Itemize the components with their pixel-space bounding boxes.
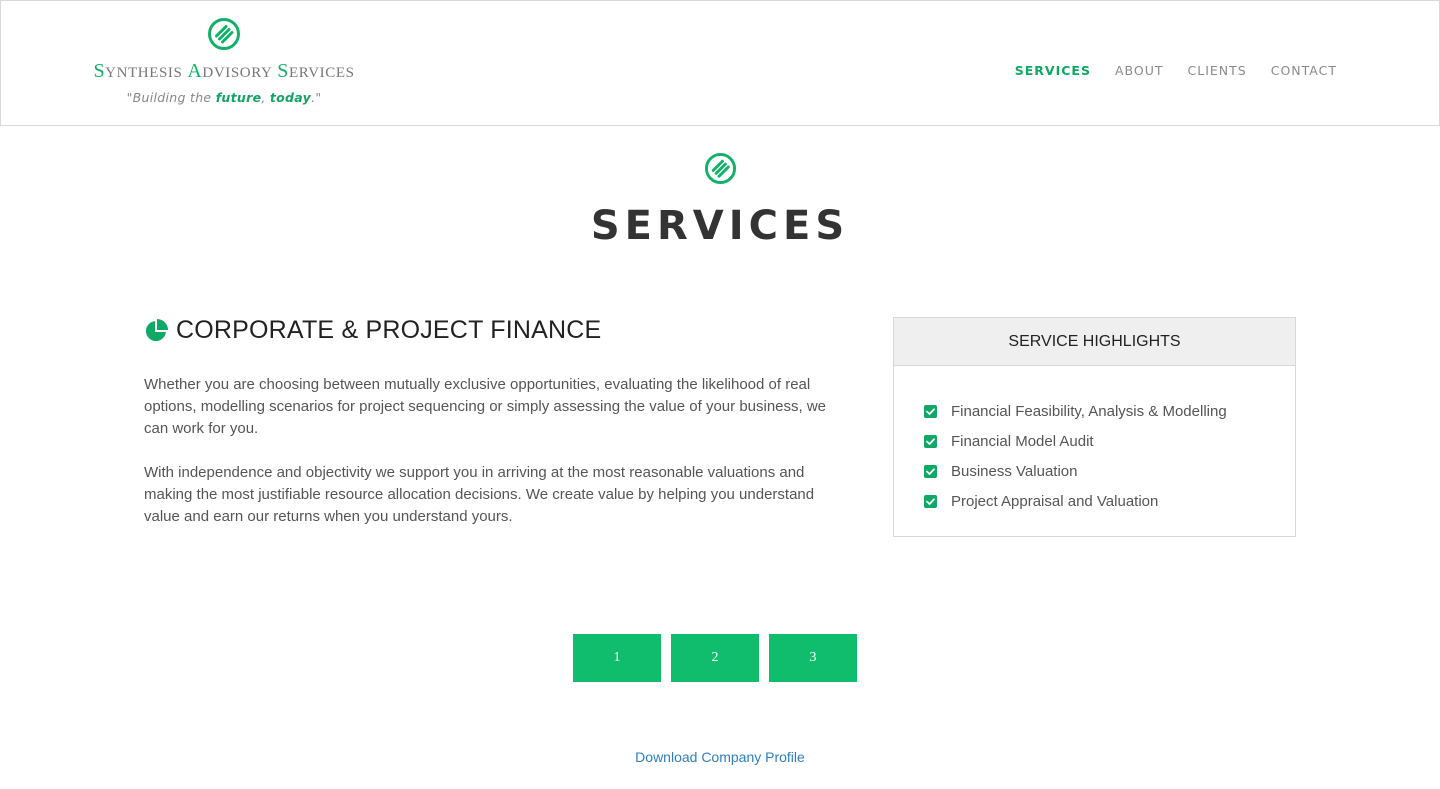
tagline-suffix: ." [311, 90, 322, 105]
list-item: Financial Model Audit [924, 426, 1295, 456]
page-title: SERVICES [590, 203, 850, 249]
brand-name: Synthesis Advisory Services [87, 60, 361, 83]
service-highlights-title: Service Highlights [894, 318, 1295, 366]
service-highlights-list: Financial Feasibility, Analysis & Modell… [894, 366, 1295, 516]
service-description-1: Whether you are choosing between mutuall… [144, 376, 827, 437]
service-description-2: With independence and objectivity we sup… [144, 464, 815, 525]
main-nav: Services About Clients Contact [1015, 63, 1337, 78]
pagination: 1 2 3 [573, 634, 857, 682]
tagline-prefix: "Building the [126, 90, 216, 105]
nav-item-services[interactable]: Services [1015, 63, 1091, 78]
highlight-label: Project Appraisal and Valuation [951, 492, 1159, 510]
nav-item-about[interactable]: About [1115, 63, 1164, 78]
brand-word-2-initial: A [187, 60, 203, 82]
brand-word-3-initial: S [277, 60, 290, 82]
download-container: Download Company Profile [0, 749, 1440, 767]
list-item: Project Appraisal and Valuation [924, 486, 1295, 516]
service-title: Corporate & Project Finance [176, 316, 602, 344]
check-square-icon [924, 404, 937, 418]
service-highlights-panel: Service Highlights Financial Feasibility… [893, 317, 1296, 537]
tagline-highlight-today: today [269, 90, 312, 105]
tagline-separator: , [261, 90, 270, 105]
service-heading: Corporate & Project Finance [144, 316, 601, 345]
synthesis-logo-icon [208, 18, 240, 50]
highlight-label: Business Valuation [951, 462, 1078, 480]
brand-word-3-rest: ervices [289, 65, 355, 81]
tagline-highlight-future: future [215, 90, 262, 105]
list-item: Business Valuation [924, 456, 1295, 486]
check-square-icon [924, 464, 937, 478]
highlight-label: Financial Model Audit [951, 432, 1094, 450]
page-button-1[interactable]: 1 [573, 634, 661, 682]
synthesis-logo-icon [704, 152, 737, 185]
brand-word-1-rest: ynthesis [105, 65, 183, 81]
page-button-3[interactable]: 3 [769, 634, 857, 682]
pie-chart-icon [145, 318, 168, 341]
brand-word-2-rest: dvisory [202, 65, 273, 81]
brand[interactable]: Synthesis Advisory Services "Building th… [87, 17, 361, 105]
highlight-label: Financial Feasibility, Analysis & Modell… [951, 402, 1227, 420]
brand-word-1-initial: S [93, 60, 106, 82]
check-square-icon [924, 494, 937, 508]
nav-item-clients[interactable]: Clients [1188, 63, 1247, 78]
site-header: Synthesis Advisory Services "Building th… [0, 0, 1440, 126]
list-item: Financial Feasibility, Analysis & Modell… [924, 396, 1295, 426]
tagline: "Building the future, today." [87, 90, 361, 105]
nav-item-contact[interactable]: Contact [1271, 63, 1337, 78]
page-button-2[interactable]: 2 [671, 634, 759, 682]
check-square-icon [924, 434, 937, 448]
download-company-profile-link[interactable]: Download Company Profile [635, 749, 805, 765]
